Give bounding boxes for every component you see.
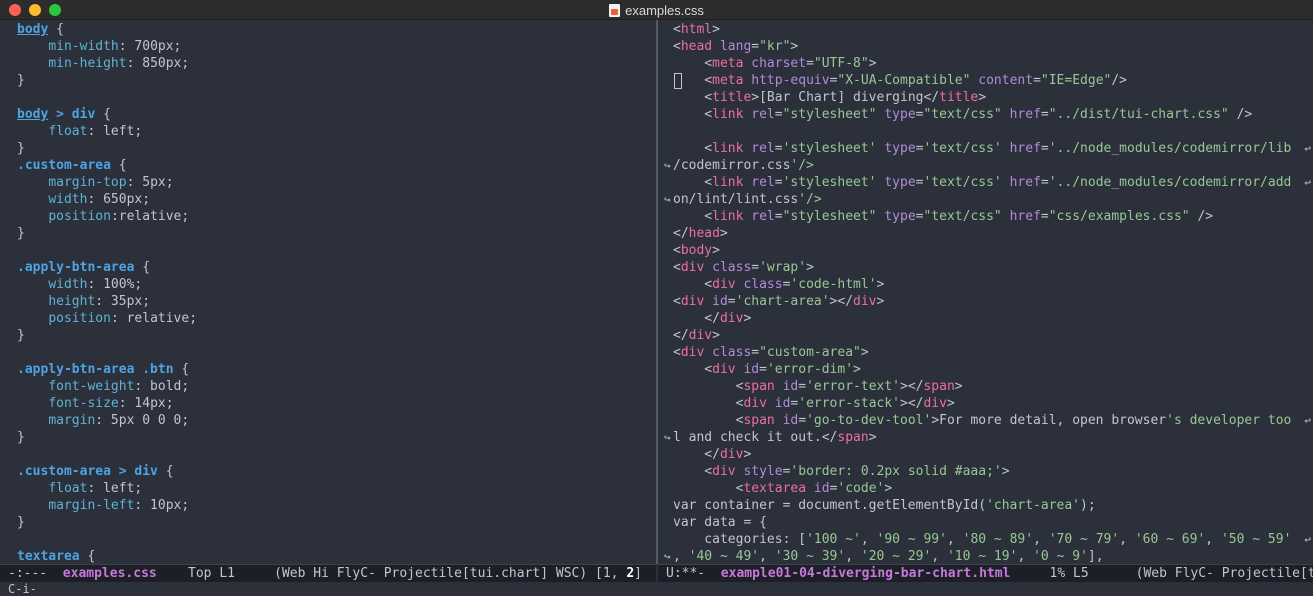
css-code-line[interactable]: float: left; — [0, 480, 656, 497]
right-mode-line: U:**- example01-04-diverging-bar-chart.h… — [658, 564, 1313, 582]
html-code-line[interactable]: /codemirror.css'/> ↪ — [658, 157, 1313, 174]
html-code-line[interactable]: <div class="custom-area"> — [658, 344, 1313, 361]
html-code-line[interactable]: <link rel='stylesheet' type='text/css' h… — [658, 140, 1313, 157]
css-code-line[interactable]: } — [0, 514, 656, 531]
html-code-line[interactable]: </head> — [658, 225, 1313, 242]
css-code-line[interactable]: .custom-area > div { — [0, 463, 656, 480]
title-bar: examples.css — [0, 0, 1313, 20]
html-code-line[interactable]: <link rel="stylesheet" type="text/css" h… — [658, 106, 1313, 123]
css-code-line[interactable]: body { — [0, 21, 656, 38]
css-code-line[interactable] — [0, 446, 656, 463]
css-code-line[interactable]: width: 650px; — [0, 191, 656, 208]
css-code-line[interactable]: } — [0, 429, 656, 446]
modeline-column: 2 — [626, 566, 635, 581]
css-code-line[interactable]: } — [0, 140, 656, 157]
html-code-line[interactable]: <link rel="stylesheet" type="text/css" h… — [658, 208, 1313, 225]
html-code-line[interactable]: </div> — [658, 310, 1313, 327]
modeline-position: Top L1 (Web Hi FlyC- Projectile[tui.char… — [156, 566, 627, 581]
html-code-line[interactable]: <div style='border: 0.2px solid #aaa;'> — [658, 463, 1313, 480]
css-code-line[interactable]: position:relative; — [0, 208, 656, 225]
css-code-line[interactable] — [0, 344, 656, 361]
continuation-icon: ↪ — [664, 159, 671, 172]
css-file-icon — [609, 3, 621, 17]
css-code-line[interactable]: .apply-btn-area { — [0, 259, 656, 276]
modeline-buffer-name[interactable]: examples.css — [63, 566, 157, 581]
html-editor-pane[interactable]: <html> <head lang="kr"> <meta charset="UT… — [658, 20, 1313, 564]
html-code-line[interactable]: var container = document.getElementById(… — [658, 497, 1313, 514]
css-code-line[interactable]: float: left; — [0, 123, 656, 140]
html-code-line[interactable]: <div id='chart-area'></div> — [658, 293, 1313, 310]
html-code-area[interactable]: <html> <head lang="kr"> <meta charset="UT… — [658, 20, 1313, 564]
html-code-line[interactable]: var data = { — [658, 514, 1313, 531]
html-code-line[interactable]: <div id='error-stack'></div> — [658, 395, 1313, 412]
css-code-line[interactable]: min-width: 700px; — [0, 38, 656, 55]
css-code-line[interactable]: width: 100%; — [0, 276, 656, 293]
line-wrap-icon: ↩ — [1304, 414, 1311, 427]
css-code-line[interactable] — [0, 89, 656, 106]
modeline-buffer-name[interactable]: example01-04-diverging-bar-chart.html — [721, 566, 1011, 581]
line-wrap-icon: ↩ — [1304, 176, 1311, 189]
html-code-line[interactable]: <html> — [658, 21, 1313, 38]
text-cursor — [674, 73, 682, 89]
css-code-line[interactable]: .custom-area { — [0, 157, 656, 174]
css-code-line[interactable]: textarea { — [0, 548, 656, 564]
modeline-status: U:**- — [666, 566, 721, 581]
window-title: examples.css — [0, 0, 1313, 20]
line-wrap-icon: ↩ — [1304, 142, 1311, 155]
html-code-line[interactable]: l and check it out.</span> ↪ — [658, 429, 1313, 446]
line-wrap-icon: ↩ — [1304, 533, 1311, 546]
html-code-line[interactable]: on/lint/lint.css'/> ↪ — [658, 191, 1313, 208]
css-code-line[interactable] — [0, 531, 656, 548]
modeline-position: 1% L5 (Web FlyC- Projectile[t — [1010, 566, 1313, 581]
modeline-tail: ] — [634, 566, 642, 581]
html-code-line[interactable]: , '40 ~ 49', '30 ~ 39', '20 ~ 29', '10 ~… — [658, 548, 1313, 564]
html-code-line[interactable]: </div> — [658, 446, 1313, 463]
css-code-line[interactable]: margin-left: 10px; — [0, 497, 656, 514]
html-code-line[interactable]: <link rel='stylesheet' type='text/css' h… — [658, 174, 1313, 191]
css-code-line[interactable]: } — [0, 225, 656, 242]
css-code-line[interactable]: position: relative; — [0, 310, 656, 327]
css-code-line[interactable]: } — [0, 72, 656, 89]
html-code-line[interactable]: <div class='code-html'> — [658, 276, 1313, 293]
css-code-line[interactable]: } — [0, 327, 656, 344]
html-code-line[interactable]: <meta charset="UTF-8"> — [658, 55, 1313, 72]
window-title-text: examples.css — [625, 2, 704, 18]
modeline-status: -:--- — [8, 566, 63, 581]
css-code-line[interactable]: font-weight: bold; — [0, 378, 656, 395]
css-code-line[interactable]: height: 35px; — [0, 293, 656, 310]
css-code-line[interactable]: font-size: 14px; — [0, 395, 656, 412]
continuation-icon: ↪ — [664, 193, 671, 206]
left-mode-line: -:--- examples.css Top L1 (Web Hi FlyC- … — [0, 564, 656, 582]
css-editor-pane[interactable]: body { min-width: 700px; min-height: 850… — [0, 20, 656, 564]
css-code-line[interactable]: margin: 5px 0 0 0; — [0, 412, 656, 429]
css-code-line[interactable]: min-height: 850px; — [0, 55, 656, 72]
html-code-line[interactable]: <span id='error-text'></span> — [658, 378, 1313, 395]
html-code-line[interactable]: <body> — [658, 242, 1313, 259]
css-code-line[interactable]: body > div { — [0, 106, 656, 123]
html-code-line[interactable]: </div> — [658, 327, 1313, 344]
minibuffer[interactable]: C-i- — [0, 582, 1313, 596]
html-code-line[interactable] — [658, 123, 1313, 140]
html-code-line[interactable]: <textarea id='code'> — [658, 480, 1313, 497]
html-code-line[interactable]: <meta http-equiv="X-UA-Compatible" conte… — [658, 72, 1313, 89]
html-code-line[interactable]: <head lang="kr"> — [658, 38, 1313, 55]
html-code-line[interactable]: categories: ['100 ~', '90 ~ 99', '80 ~ 8… — [658, 531, 1313, 548]
html-code-line[interactable]: <div class='wrap'> — [658, 259, 1313, 276]
continuation-icon: ↪ — [664, 431, 671, 444]
html-code-line[interactable]: <div id='error-dim'> — [658, 361, 1313, 378]
css-code-line[interactable]: margin-top: 5px; — [0, 174, 656, 191]
css-code-line[interactable]: .apply-btn-area .btn { — [0, 361, 656, 378]
continuation-icon: ↪ — [664, 550, 671, 563]
css-code-area[interactable]: body { min-width: 700px; min-height: 850… — [0, 20, 656, 564]
html-code-line[interactable]: <title>[Bar Chart] diverging</title> — [658, 89, 1313, 106]
html-code-line[interactable]: <span id='go-to-dev-tool'>For more detai… — [658, 412, 1313, 429]
css-code-line[interactable] — [0, 242, 656, 259]
